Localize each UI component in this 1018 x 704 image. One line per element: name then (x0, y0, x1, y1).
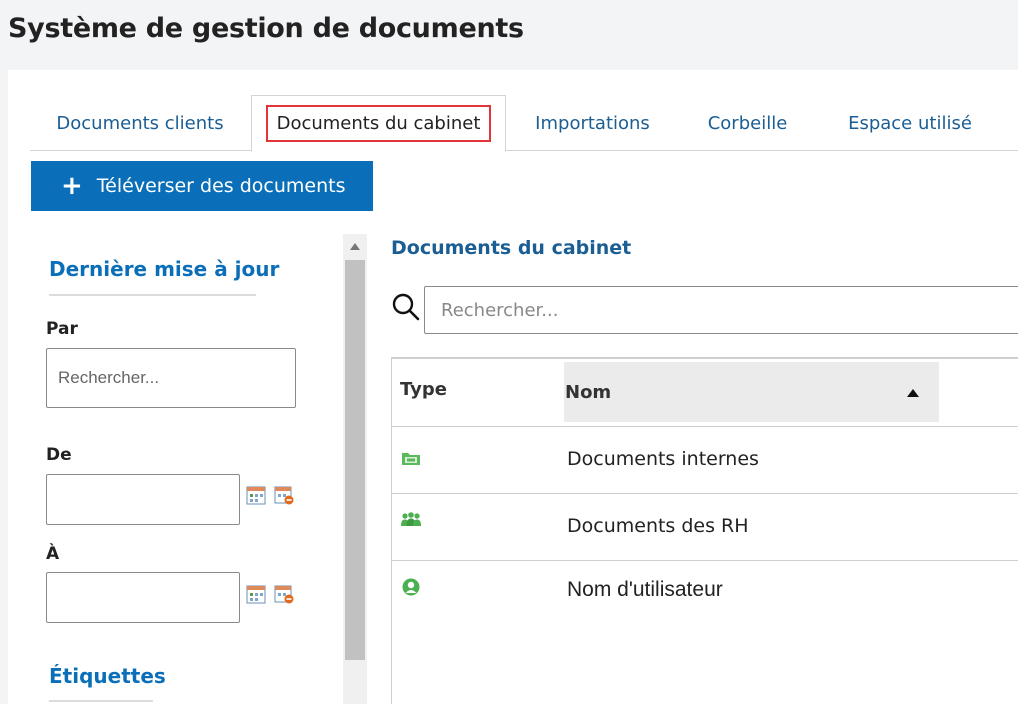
table-row[interactable]: Nom d'utilisateur (392, 560, 1018, 704)
clear-date-icon[interactable] (274, 486, 294, 505)
column-header-name[interactable]: Nom (564, 362, 939, 422)
from-label: De (46, 445, 72, 465)
filter-panel: Dernière mise à jour Par De À (8, 230, 368, 704)
app-title: Système de gestion de documents (8, 13, 524, 44)
scroll-up-arrow-icon[interactable] (343, 234, 367, 258)
table-row[interactable]: Documents internes (392, 426, 1018, 493)
calendar-icon[interactable] (246, 486, 266, 505)
scroll-thumb[interactable] (345, 260, 365, 660)
sort-ascending-icon (907, 389, 919, 397)
column-header-type[interactable]: Type (400, 379, 447, 400)
folder-icon (402, 453, 420, 465)
search-icon (392, 293, 420, 321)
to-date-input[interactable] (46, 572, 240, 623)
filter-scrollbar[interactable] (343, 234, 367, 704)
to-label: À (46, 544, 60, 564)
group-icon (401, 512, 421, 526)
last-update-title: Dernière mise à jour (49, 257, 280, 281)
main-panel: Documents clients Documents du cabinet I… (8, 70, 1018, 704)
clear-date-icon[interactable] (274, 585, 294, 604)
tab-bar: Documents clients Documents du cabinet I… (30, 95, 1018, 152)
content-title: Documents du cabinet (391, 237, 632, 259)
section-divider (49, 294, 256, 296)
tab-trash[interactable]: Corbeille (690, 95, 805, 151)
tab-highlight: Documents du cabinet (265, 105, 492, 142)
upload-documents-button[interactable]: + Téléverser des documents (31, 161, 373, 211)
tab-used-space[interactable]: Espace utilisé (830, 95, 990, 151)
tab-client-documents[interactable]: Documents clients (30, 95, 250, 151)
by-label: Par (46, 319, 78, 339)
table-row[interactable]: Documents des RH (392, 493, 1018, 560)
tab-firm-documents[interactable]: Documents du cabinet (251, 95, 506, 152)
plus-icon: + (61, 171, 83, 201)
document-search-input[interactable] (424, 286, 1018, 334)
user-icon (402, 578, 420, 596)
tab-imports[interactable]: Importations (515, 95, 670, 151)
section-divider (49, 700, 153, 702)
by-search-input[interactable] (46, 348, 296, 408)
documents-table: Type Nom Documents internes Documents de… (391, 357, 1018, 704)
from-date-input[interactable] (46, 474, 240, 525)
tags-title: Étiquettes (49, 664, 166, 688)
calendar-icon[interactable] (246, 585, 266, 604)
